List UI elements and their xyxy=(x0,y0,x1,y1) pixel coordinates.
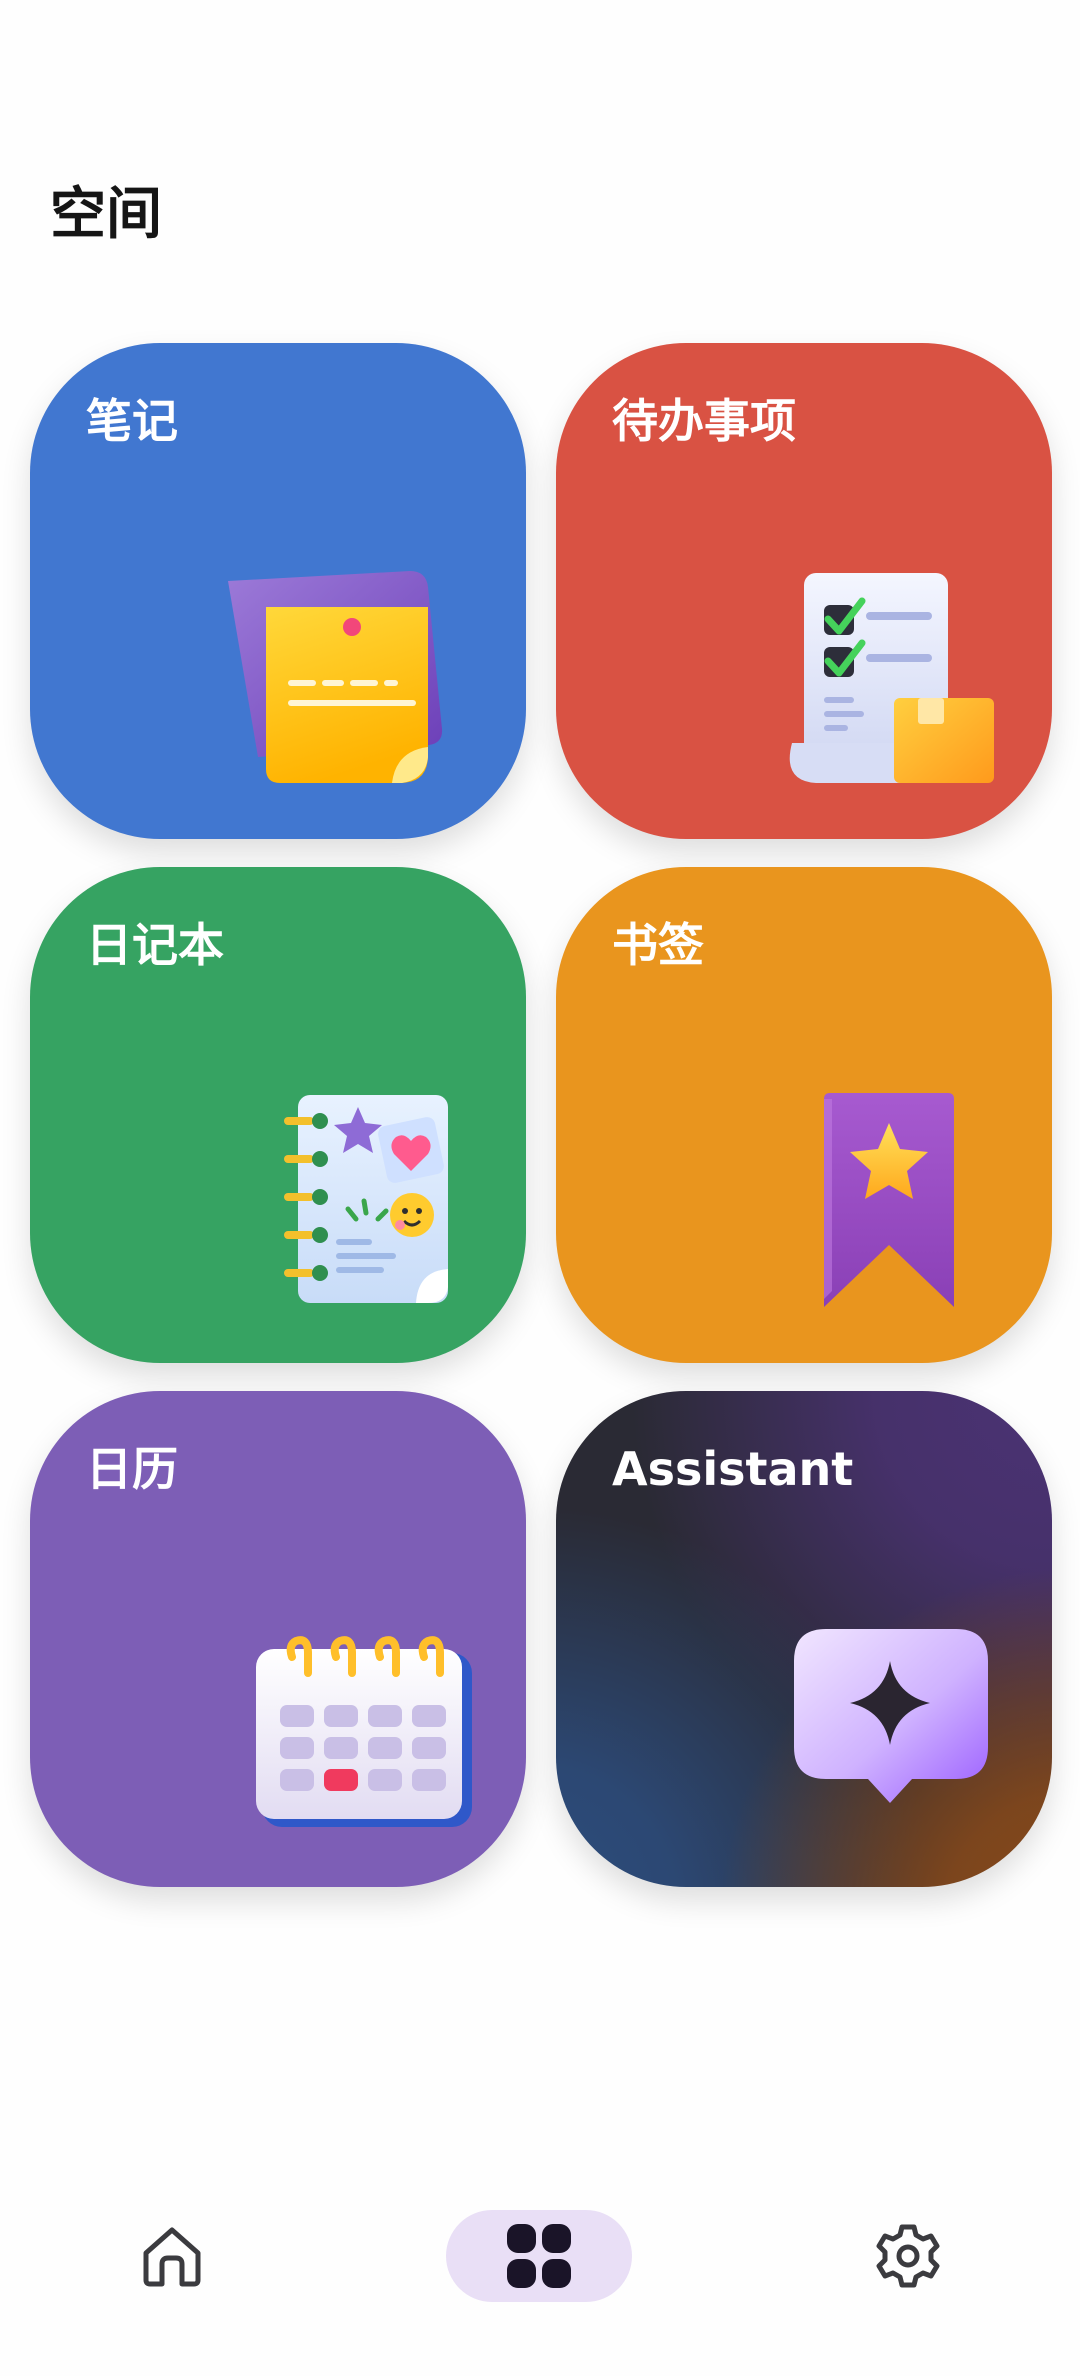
tile-assistant[interactable]: Assistant xyxy=(556,1391,1052,1887)
sparkle-chat-icon xyxy=(794,1629,988,1803)
tile-diary[interactable]: 日记本 xyxy=(30,867,526,1363)
tile-todo[interactable]: 待办事项 xyxy=(556,343,1052,839)
nav-spaces-button[interactable] xyxy=(446,2210,632,2302)
calendar-icon xyxy=(256,1636,472,1827)
sticky-note-icon xyxy=(228,571,443,783)
bottom-nav xyxy=(0,2190,1080,2320)
page-title: 空间 xyxy=(50,182,162,247)
nav-home-button[interactable] xyxy=(120,2210,224,2302)
tile-calendar[interactable]: 日历 xyxy=(30,1391,526,1887)
tile-bookmarks[interactable]: 书签 xyxy=(556,867,1052,1363)
nav-settings-button[interactable] xyxy=(856,2210,960,2302)
checklist-icon xyxy=(789,573,994,783)
grid-icon xyxy=(507,2224,571,2288)
journal-icon xyxy=(284,1095,448,1303)
bookmark-star-icon xyxy=(824,1093,954,1307)
tile-notes[interactable]: 笔记 xyxy=(30,343,526,839)
home-icon xyxy=(143,2227,201,2287)
gear-icon xyxy=(876,2224,940,2288)
